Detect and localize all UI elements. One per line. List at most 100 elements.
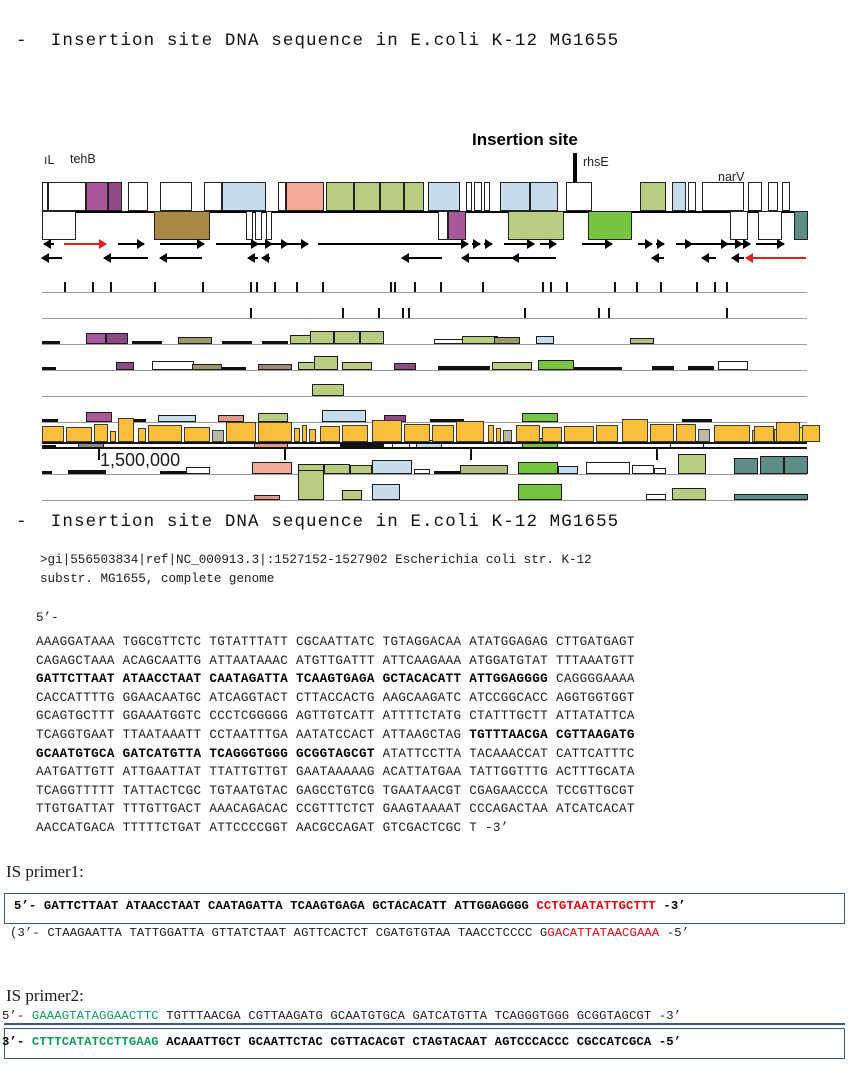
dna-codon-group: ATTGAATTAT bbox=[122, 765, 210, 780]
comparative-track-baseline bbox=[42, 500, 807, 501]
primer2-title: IS primer2: bbox=[6, 986, 84, 1005]
comparative-feature-block bbox=[152, 361, 194, 370]
gc-content-bar bbox=[148, 425, 182, 442]
gene-feature-block bbox=[474, 182, 482, 211]
dna-sequence-line: AAAGGATAAA TGGCGTTCTC TGTATTTATT CGCAATT… bbox=[36, 633, 635, 652]
comparative-track-tick bbox=[322, 282, 325, 292]
comparative-feature-block bbox=[372, 484, 400, 500]
primer-five-prime-marker: 5’- bbox=[2, 1009, 32, 1023]
strand-direction-arrow-icon bbox=[41, 252, 62, 265]
gc-content-bar bbox=[802, 425, 820, 442]
gene-feature-block bbox=[768, 182, 778, 211]
primer-binding-sequence: GACATTATAACGAAA bbox=[547, 926, 660, 940]
dna-codon-group: GGAAATGGTC bbox=[122, 709, 210, 724]
comparative-feature-block bbox=[42, 367, 56, 370]
gene-feature-block bbox=[758, 211, 782, 240]
dna-codon-group: ATTCCCCGGT bbox=[209, 820, 296, 835]
comparative-track-tick bbox=[110, 282, 113, 292]
comparative-feature-block bbox=[86, 333, 106, 344]
gc-content-bar bbox=[698, 429, 710, 442]
strand-direction-arrow-icon bbox=[461, 252, 514, 265]
comparative-track-tick bbox=[414, 282, 417, 292]
gene-feature-block bbox=[326, 182, 354, 211]
gene-feature-block bbox=[108, 182, 122, 211]
strand-direction-arrow-icon bbox=[282, 238, 309, 251]
comparative-feature-block bbox=[646, 494, 666, 500]
gene-feature-block bbox=[154, 211, 210, 240]
strand-direction-arrow-icon bbox=[756, 238, 785, 251]
gene-feature-block bbox=[266, 211, 272, 240]
gene-feature-block bbox=[286, 182, 324, 211]
gene-feature-block bbox=[500, 182, 530, 211]
gc-content-bar bbox=[138, 428, 146, 442]
dna-codon-group: ATTGGAGGGG bbox=[469, 672, 556, 687]
dna-codon-group: ATTCAAGAAA bbox=[382, 653, 470, 668]
dna-sequence-line: TCAGGTTTTT TATTACTCGC TGTAATGTAC GAGCCTG… bbox=[36, 782, 635, 801]
dna-codon-group: GAGCCTGTCG bbox=[295, 783, 383, 798]
dna-codon-group: TGAATAACGT bbox=[382, 783, 470, 798]
comparative-track-tick bbox=[256, 282, 259, 292]
primer2-sense-strand: 5’- GAAAGTATAGGAACTTC TGTTTAACGA CGTTAAG… bbox=[2, 1009, 681, 1023]
gene-feature-track bbox=[42, 182, 808, 240]
dna-codon-group: AAACAGACAC bbox=[209, 802, 296, 817]
primer2-antisense-strand: 3’- CTTTCATATCCTTGAAG ACAAATTGCT GCAATTC… bbox=[2, 1035, 681, 1049]
gc-content-bar bbox=[503, 430, 512, 442]
comparative-track-tick bbox=[482, 282, 485, 292]
dna-codon-group: ATAACCTAAT bbox=[122, 672, 210, 687]
dna-codon-group: CAGAGCTAAA bbox=[36, 653, 123, 668]
strand-direction-arrow-icon bbox=[118, 238, 145, 251]
dna-codon-group: TCAAGTGAGA bbox=[295, 672, 383, 687]
dna-codon-group: AAAGGATAAA bbox=[36, 635, 123, 649]
dna-sequence-line: AATGATTGTT ATTGAATTAT TTATTGTTGT GAATAAA… bbox=[36, 763, 635, 782]
comparative-feature-block bbox=[760, 456, 784, 474]
gc-content-bar bbox=[650, 424, 674, 442]
comparative-feature-block bbox=[598, 367, 622, 370]
dna-codon-group: ATCAGGTACT bbox=[209, 690, 296, 705]
dna-codon-group: GATCATGTTA bbox=[122, 746, 210, 761]
gc-content-bar bbox=[456, 421, 484, 442]
comparative-feature-block bbox=[586, 462, 630, 474]
comparative-track-tick bbox=[726, 282, 729, 292]
comparative-feature-block bbox=[688, 366, 714, 370]
comparative-track-tick bbox=[390, 282, 393, 292]
gc-content-bar bbox=[320, 426, 340, 442]
dna-codon-group: TTAATAAATT bbox=[122, 727, 210, 742]
primer-three-prime-marker: -3’ bbox=[651, 1009, 682, 1023]
dna-codon-group: CATTCATTTC bbox=[555, 746, 635, 761]
dna-codon-group: TTTTTCTGAT bbox=[122, 820, 210, 835]
gc-content-track bbox=[42, 412, 820, 442]
strand-direction-arrow-icon bbox=[251, 238, 259, 251]
gc-content-bar bbox=[184, 427, 210, 442]
dna-codon-group: TTTAAATGTT bbox=[555, 653, 635, 668]
comparative-feature-block bbox=[350, 465, 372, 474]
gene-feature-block bbox=[404, 182, 424, 211]
dna-codon-group: CGCAATTATC bbox=[295, 635, 383, 649]
gene-feature-block bbox=[640, 182, 666, 211]
gene-label-tehb: tehB bbox=[70, 152, 96, 166]
strand-direction-arrow-icon bbox=[704, 238, 743, 251]
dna-codon-group: TTTGTTGACT bbox=[122, 802, 210, 817]
dna-codon-group: TACAAACCAT bbox=[469, 746, 556, 761]
insertion-site-label: Insertion site bbox=[472, 130, 578, 149]
strand-direction-arrow-icon bbox=[264, 238, 273, 251]
strand-direction-arrow-icon bbox=[103, 252, 148, 265]
dna-codon-group: CCCTCGGGGG bbox=[209, 709, 296, 724]
strand-direction-arrow-icon bbox=[504, 238, 535, 251]
comparative-feature-block bbox=[312, 384, 344, 396]
dna-codon-group: CACCATTTTG bbox=[36, 690, 123, 705]
gene-feature-block bbox=[438, 211, 448, 240]
gene-feature-block bbox=[246, 211, 253, 240]
dna-codon-group: TATTGGTTTG bbox=[469, 765, 556, 780]
comparative-track-baseline bbox=[42, 474, 807, 475]
dna-codon-group: ACAGCAATTG bbox=[122, 653, 210, 668]
dna-codon-group: TGTTTAACGA bbox=[469, 727, 556, 742]
comparative-track-tick bbox=[378, 308, 381, 318]
gc-content-bar bbox=[776, 422, 800, 442]
comparative-feature-block bbox=[494, 337, 520, 344]
fasta-header: >gi|556503834|ref|NC_000913.3|:1527152-1… bbox=[40, 553, 592, 586]
gene-feature-block bbox=[466, 182, 472, 211]
comparative-feature-block bbox=[372, 460, 412, 474]
dna-sequence-block: AAAGGATAAA TGGCGTTCTC TGTATTTATT CGCAATT… bbox=[36, 633, 635, 838]
comparative-feature-block bbox=[160, 471, 186, 474]
dna-codon-group: TGTATTTATT bbox=[209, 635, 296, 649]
